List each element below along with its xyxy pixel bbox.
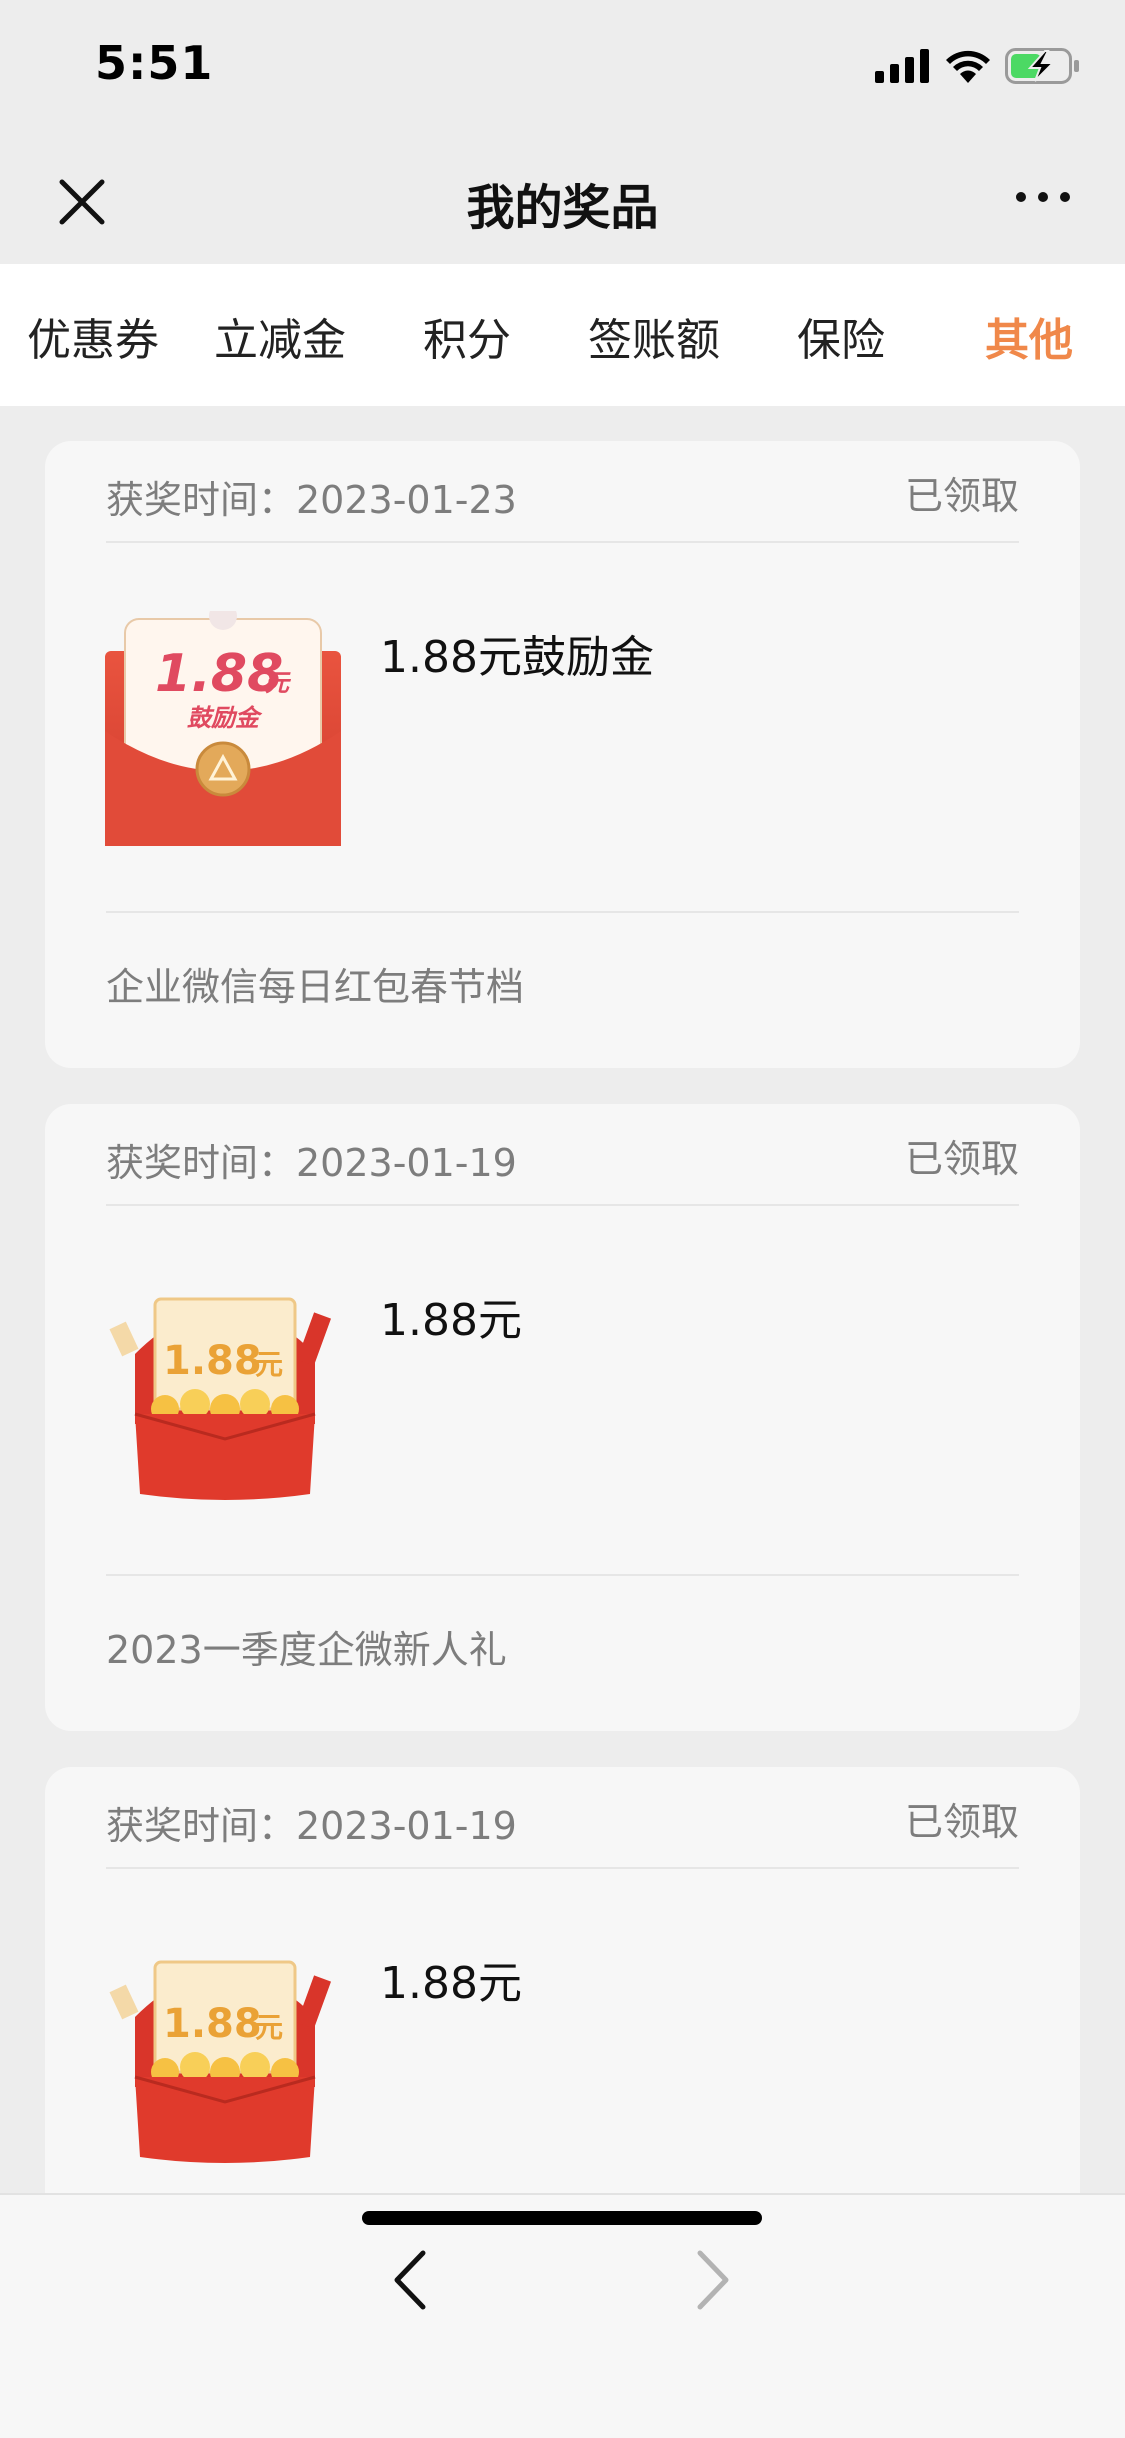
home-indicator — [362, 2211, 762, 2225]
navigation-bar: 我的奖品 — [0, 132, 1125, 264]
more-icon[interactable] — [1013, 182, 1073, 212]
tab-insurance[interactable]: 保险 — [748, 304, 934, 368]
coin-envelope-image: 1.88 元 — [109, 1960, 332, 2163]
prize-name: 1.88元鼓励金 — [380, 632, 654, 683]
envelope-unit: 元 — [255, 2011, 283, 2044]
envelope-amount: 1.88 — [163, 2001, 262, 2047]
divider — [106, 1574, 1019, 1576]
award-date: 获奖时间：2023-01-19 — [106, 1804, 517, 1848]
tab-signing-amount[interactable]: 签账额 — [561, 304, 747, 368]
divider — [106, 1867, 1019, 1869]
tab-instant-discount[interactable]: 立减金 — [187, 304, 373, 368]
claim-status: 已领取 — [904, 1800, 1019, 1844]
battery-charging-icon — [1005, 48, 1079, 84]
status-icons — [875, 48, 1081, 84]
coin-envelope-image: 1.88 元 — [109, 1297, 332, 1500]
envelope-unit: 元 — [255, 1348, 283, 1381]
claim-status: 已领取 — [904, 1137, 1019, 1181]
prize-card[interactable]: 获奖时间：2023-01-23 已领取 1.88 元 鼓励金 1.88元鼓励金 … — [45, 441, 1080, 1068]
envelope-caption: 鼓励金 — [187, 704, 263, 732]
prize-source: 企业微信每日红包春节档 — [106, 965, 525, 1009]
tab-coupons[interactable]: 优惠券 — [0, 304, 186, 368]
page-title: 我的奖品 — [466, 180, 659, 236]
envelope-amount: 1.88 — [163, 1338, 262, 1384]
chevron-left-icon[interactable] — [385, 2245, 435, 2315]
award-date: 获奖时间：2023-01-19 — [106, 1141, 517, 1185]
incentive-envelope-image: 1.88 元 鼓励金 — [105, 611, 341, 846]
tab-other[interactable]: 其他 — [936, 304, 1122, 368]
tab-points[interactable]: 积分 — [374, 304, 560, 368]
divider — [106, 541, 1019, 543]
envelope-unit: 元 — [265, 669, 292, 697]
chevron-right-icon — [697, 2250, 729, 2310]
wifi-icon — [946, 50, 990, 83]
status-bar: 5:51 — [0, 0, 1125, 132]
status-time: 5:51 — [95, 36, 214, 90]
divider — [106, 1204, 1019, 1206]
prize-source: 2023一季度企微新人礼 — [106, 1628, 507, 1672]
bottom-toolbar — [0, 2193, 1125, 2438]
category-tabs: 优惠券 立减金 积分 签账额 保险 其他 — [0, 264, 1125, 406]
signal-icon — [875, 49, 929, 83]
prize-card[interactable]: 获奖时间：2023-01-19 已领取 1.88 元 1.88元 2023一季度… — [45, 1104, 1080, 1731]
award-date: 获奖时间：2023-01-23 — [106, 478, 517, 522]
divider — [106, 911, 1019, 913]
prize-name: 1.88元 — [380, 1295, 522, 1346]
prize-name: 1.88元 — [380, 1958, 522, 2009]
claim-status: 已领取 — [904, 474, 1019, 518]
